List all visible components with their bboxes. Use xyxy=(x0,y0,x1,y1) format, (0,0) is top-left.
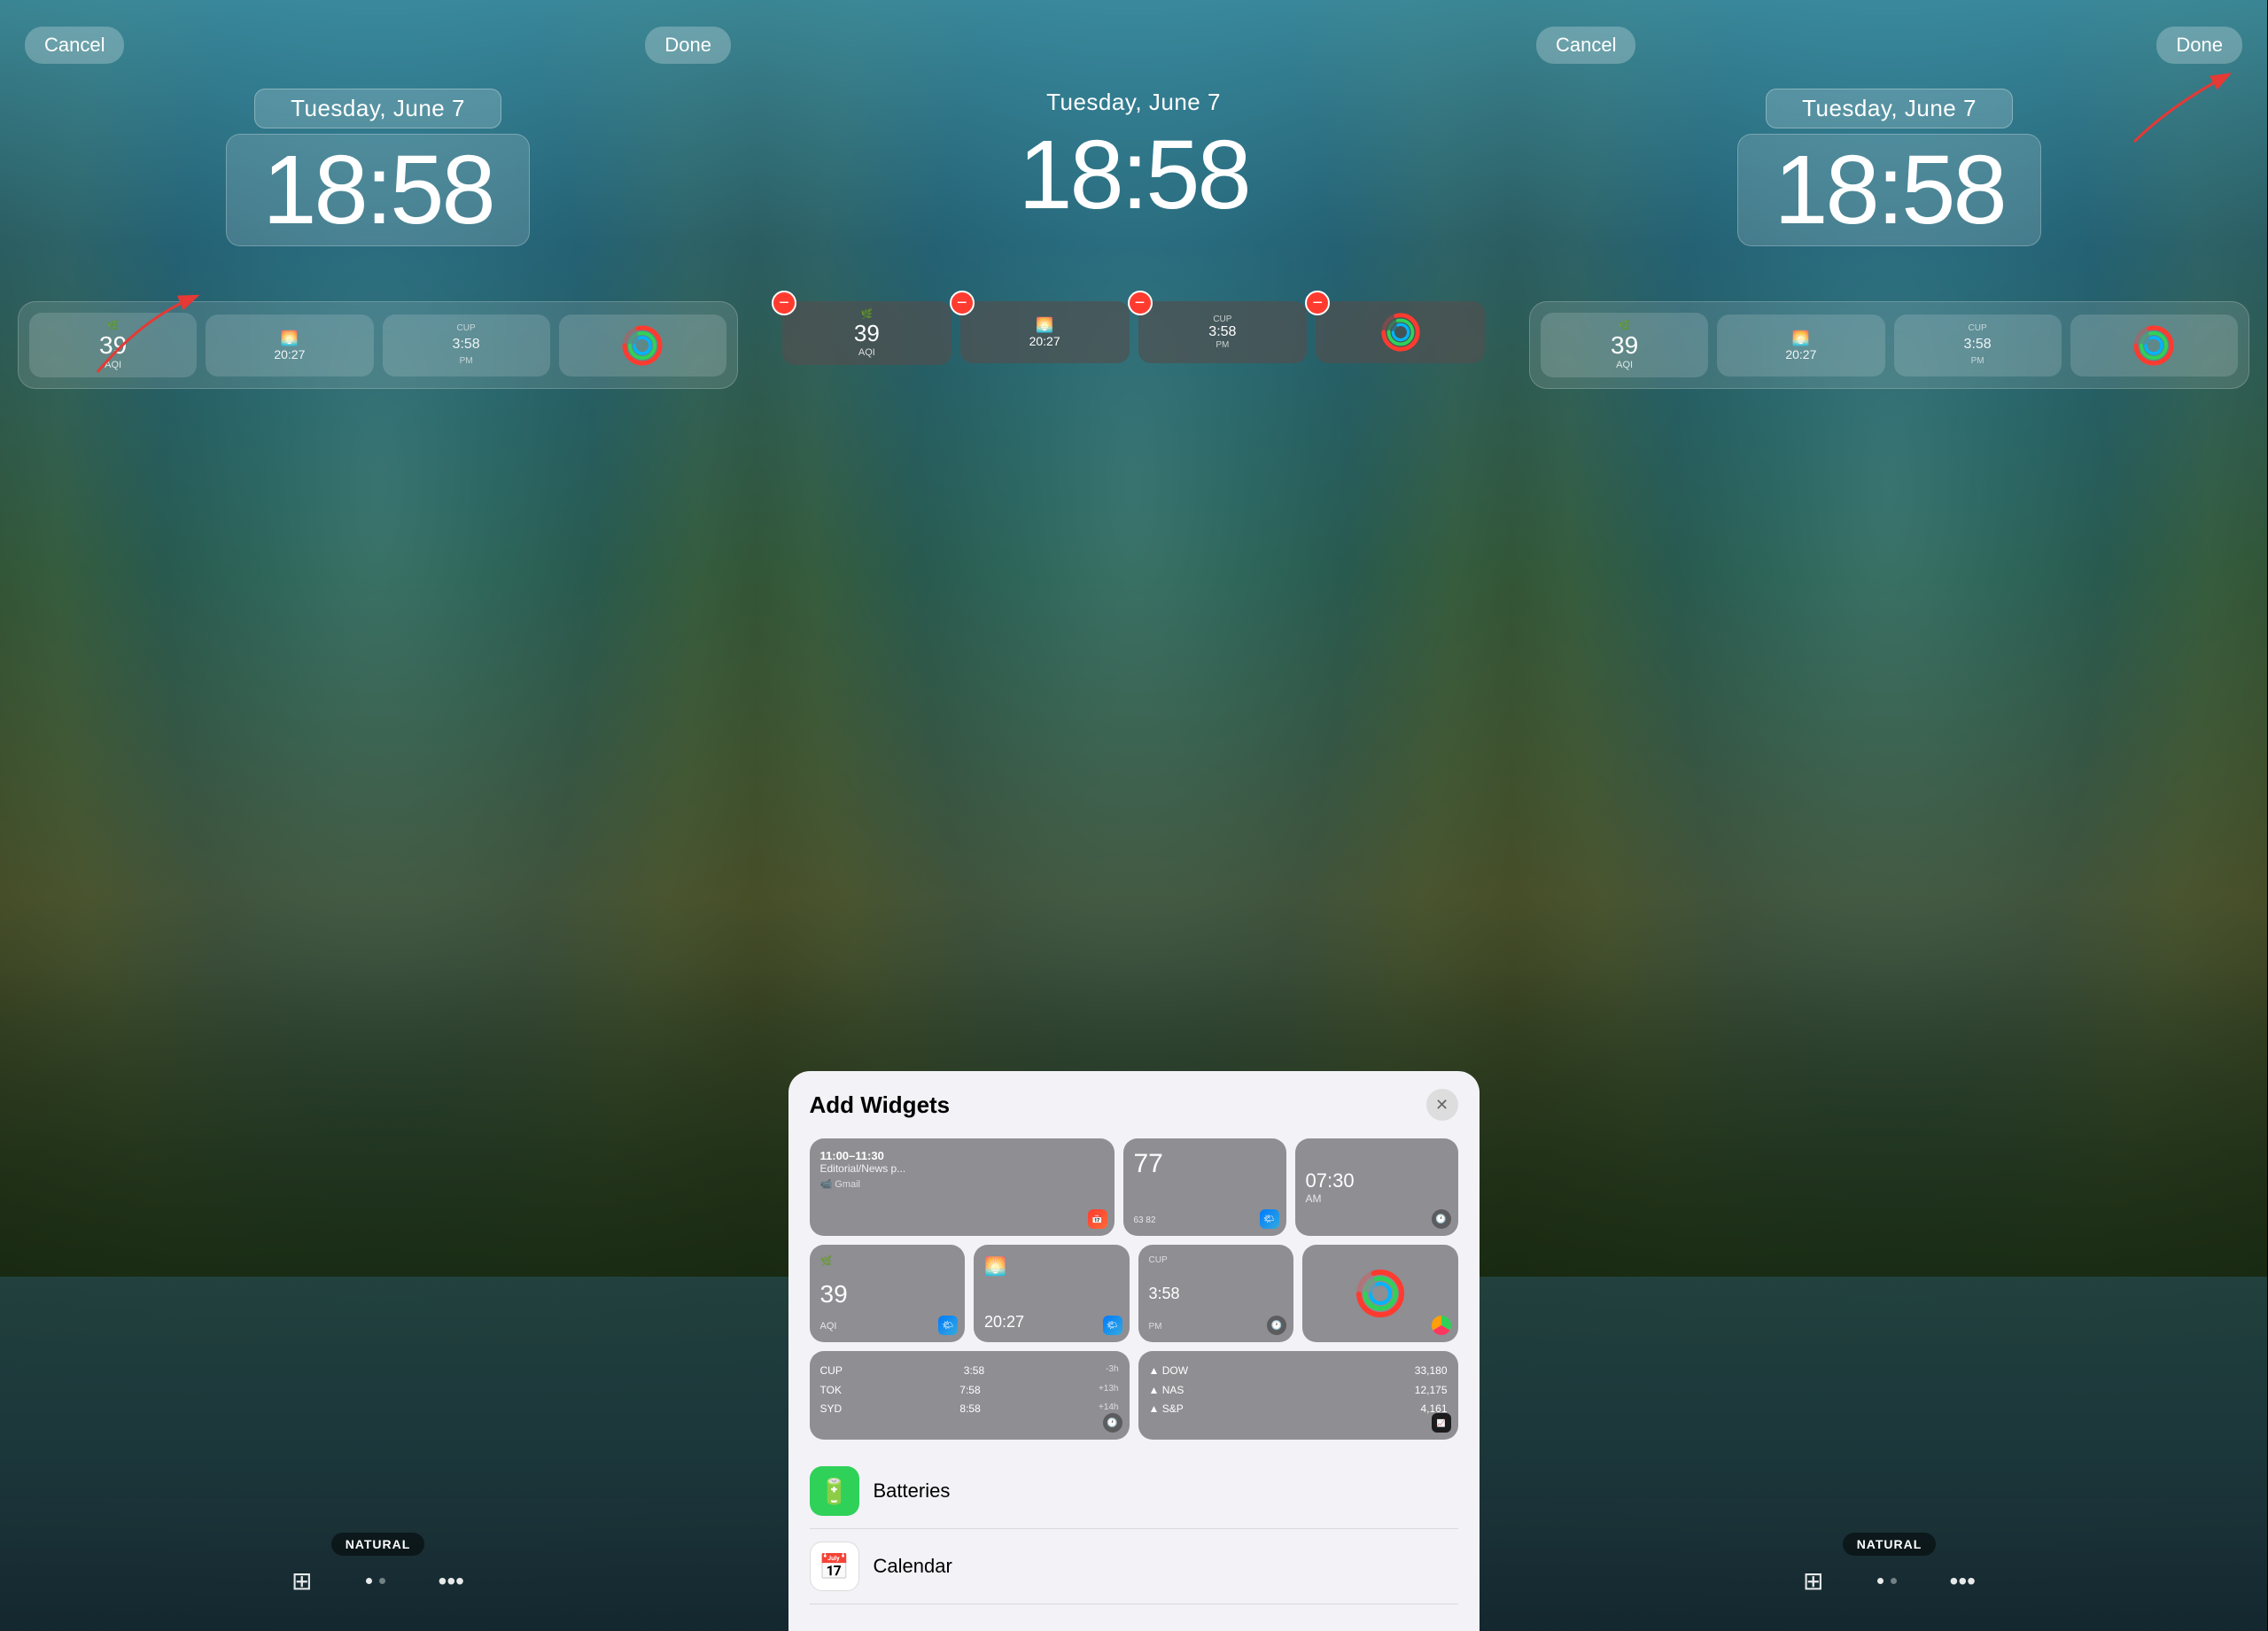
worldclock-widget-right[interactable]: CUP 3:58 PM xyxy=(1894,315,2062,377)
aqi-widget-right[interactable]: 🌿 39 AQI xyxy=(1541,313,1708,377)
photos-icon-left[interactable]: ⊞ xyxy=(291,1566,312,1596)
batteries-icon: 🔋 xyxy=(810,1466,859,1516)
stocks-widget[interactable]: ▲ DOW33,180 ▲ NAS12,175 ▲ S&P4,161 📈 xyxy=(1138,1351,1458,1440)
alarm-widget[interactable]: 07:30 AM 🕐 xyxy=(1295,1138,1458,1236)
photos-icon-right[interactable]: ⊞ xyxy=(1803,1566,1823,1596)
bottom-icons-right: ⊞ ••• xyxy=(1803,1566,1976,1596)
aqi-label-right: AQI xyxy=(1616,360,1633,370)
widget-grid-row2: 🌿 39 AQI 🌤 🌅 20:27 🌤 CUP 3:58 PM xyxy=(810,1245,1458,1342)
worldclock-data-right: CUP 3:58 PM xyxy=(1964,322,1992,367)
page-dots-left xyxy=(366,1578,385,1584)
sunset-widget-left[interactable]: 🌅 20:27 xyxy=(206,315,373,377)
minus-sunset[interactable]: − xyxy=(950,291,975,315)
bottom-icons-left: ⊞ ••• xyxy=(291,1566,464,1596)
date-time-left: Tuesday, June 7 18:58 xyxy=(0,89,756,246)
aqi-grid-widget[interactable]: 🌿 39 AQI 🌤 xyxy=(810,1245,966,1342)
activity-ring-grid xyxy=(1354,1267,1407,1320)
more-icon-right[interactable]: ••• xyxy=(1950,1567,1976,1596)
modal-title: Add Widgets xyxy=(810,1091,951,1119)
batteries-label: Batteries xyxy=(874,1480,951,1503)
worldclock-data-left: CUP 3:58 PM xyxy=(453,322,480,367)
activity-widget-left[interactable] xyxy=(559,315,726,377)
sunset-grid-widget[interactable]: 🌅 20:27 🌤 xyxy=(974,1245,1130,1342)
minus-aqi[interactable]: − xyxy=(772,291,796,315)
date-time-middle: Tuesday, June 7 18:58 xyxy=(756,89,1511,229)
top-bar-left: Cancel Done xyxy=(0,27,756,64)
sunset-time-left: 20:27 xyxy=(274,347,305,361)
minus-worldclock[interactable]: − xyxy=(1128,291,1153,315)
time-display-middle: 18:58 xyxy=(1018,121,1248,229)
left-panel: Cancel Done Tuesday, June 7 18:58 🌿 39 A… xyxy=(0,0,756,1631)
widget-row-left: 🌿 39 AQI 🌅 20:27 CUP 3:58 PM xyxy=(18,301,738,389)
top-bar-right: Cancel Done xyxy=(1511,27,2267,64)
aqi-value-right: 39 xyxy=(1611,331,1638,360)
worldclock-list-widget[interactable]: CUP3:58-3h TOK7:58+13h SYD8:58+14h 🕐 xyxy=(810,1351,1130,1440)
activity-ring-middle xyxy=(1379,310,1423,354)
aqi-label-left: AQI xyxy=(105,360,121,370)
calendar-event-widget[interactable]: 11:00–11:30 Editorial/News p... 📹 Gmail … xyxy=(810,1138,1115,1236)
widget-grid-row1: 11:00–11:30 Editorial/News p... 📹 Gmail … xyxy=(810,1138,1458,1236)
page-dots-right xyxy=(1877,1578,1897,1584)
widget-row-right: 🌿 39 AQI 🌅 20:27 CUP 3:58 PM xyxy=(1529,301,2249,389)
aqi-widget-left[interactable]: 🌿 39 AQI xyxy=(29,313,197,377)
done-button-right[interactable]: Done xyxy=(2156,27,2242,64)
widget-bar-middle: − 🌿 39 AQI − 🌅 20:27 − CUP 3:58 PM − xyxy=(773,292,1494,374)
sunset-widget-right[interactable]: 🌅 20:27 xyxy=(1717,315,1884,377)
cancel-button-right[interactable]: Cancel xyxy=(1536,27,1635,64)
air-quality-number-widget[interactable]: 77 63 82 🌤 xyxy=(1123,1138,1286,1236)
more-icon-left[interactable]: ••• xyxy=(439,1567,464,1596)
aqi-value-left: 39 xyxy=(99,331,127,360)
right-panel: Cancel Done Tuesday, June 7 18:58 🌿 39 A… xyxy=(1511,0,2267,1631)
date-time-right: Tuesday, June 7 18:58 xyxy=(1511,89,2267,246)
activity-ring-left xyxy=(619,322,665,369)
cancel-button-left[interactable]: Cancel xyxy=(25,27,124,64)
dot2-left xyxy=(379,1578,385,1584)
calendar-icon: 📅 xyxy=(810,1542,859,1591)
done-button-left[interactable]: Done xyxy=(645,27,731,64)
style-label-right: NATURAL xyxy=(1843,1533,1937,1556)
date-label-right: Tuesday, June 7 xyxy=(1766,89,2013,128)
sunset-widget-middle[interactable]: 🌅 20:27 xyxy=(960,301,1130,363)
dot2-right xyxy=(1891,1578,1897,1584)
worldclock-grid-widget[interactable]: CUP 3:58 PM 🕐 xyxy=(1138,1245,1294,1342)
dot1-right xyxy=(1877,1578,1884,1584)
activity-widget-right[interactable] xyxy=(2070,315,2238,377)
activity-grid-widget[interactable] xyxy=(1302,1245,1458,1342)
activity-widget-middle[interactable] xyxy=(1316,301,1485,363)
bottom-bar-left: NATURAL ⊞ ••• xyxy=(0,1533,756,1596)
app-item-calendar[interactable]: 📅 Calendar xyxy=(810,1529,1458,1604)
modal-close-button[interactable]: ✕ xyxy=(1426,1089,1458,1121)
calendar-label: Calendar xyxy=(874,1555,952,1578)
bottom-bar-right: NATURAL ⊞ ••• xyxy=(1511,1533,2267,1596)
app-list: 🔋 Batteries 📅 Calendar xyxy=(810,1454,1458,1604)
modal-header: Add Widgets ✕ xyxy=(810,1089,1458,1121)
sunset-time-right: 20:27 xyxy=(1785,347,1816,361)
add-widgets-modal: Add Widgets ✕ 11:00–11:30 Editorial/News… xyxy=(788,1071,1480,1631)
dot1-left xyxy=(366,1578,372,1584)
worldclock-widget-middle[interactable]: CUP 3:58 PM xyxy=(1138,301,1308,363)
date-label-left: Tuesday, June 7 xyxy=(254,89,501,128)
app-item-batteries[interactable]: 🔋 Batteries xyxy=(810,1454,1458,1529)
worldclock-widget-left[interactable]: CUP 3:58 PM xyxy=(383,315,550,377)
style-label-left: NATURAL xyxy=(331,1533,425,1556)
time-display-right: 18:58 xyxy=(1737,134,2040,246)
activity-ring-right xyxy=(2131,322,2177,369)
middle-panel: Tuesday, June 7 18:58 − 🌿 39 AQI − 🌅 20:… xyxy=(756,0,1511,1631)
time-display-left: 18:58 xyxy=(226,134,529,246)
date-label-middle: Tuesday, June 7 xyxy=(1046,89,1221,116)
aqi-widget-middle[interactable]: 🌿 39 AQI xyxy=(782,301,951,365)
widget-grid-row3: CUP3:58-3h TOK7:58+13h SYD8:58+14h 🕐 ▲ D… xyxy=(810,1351,1458,1440)
